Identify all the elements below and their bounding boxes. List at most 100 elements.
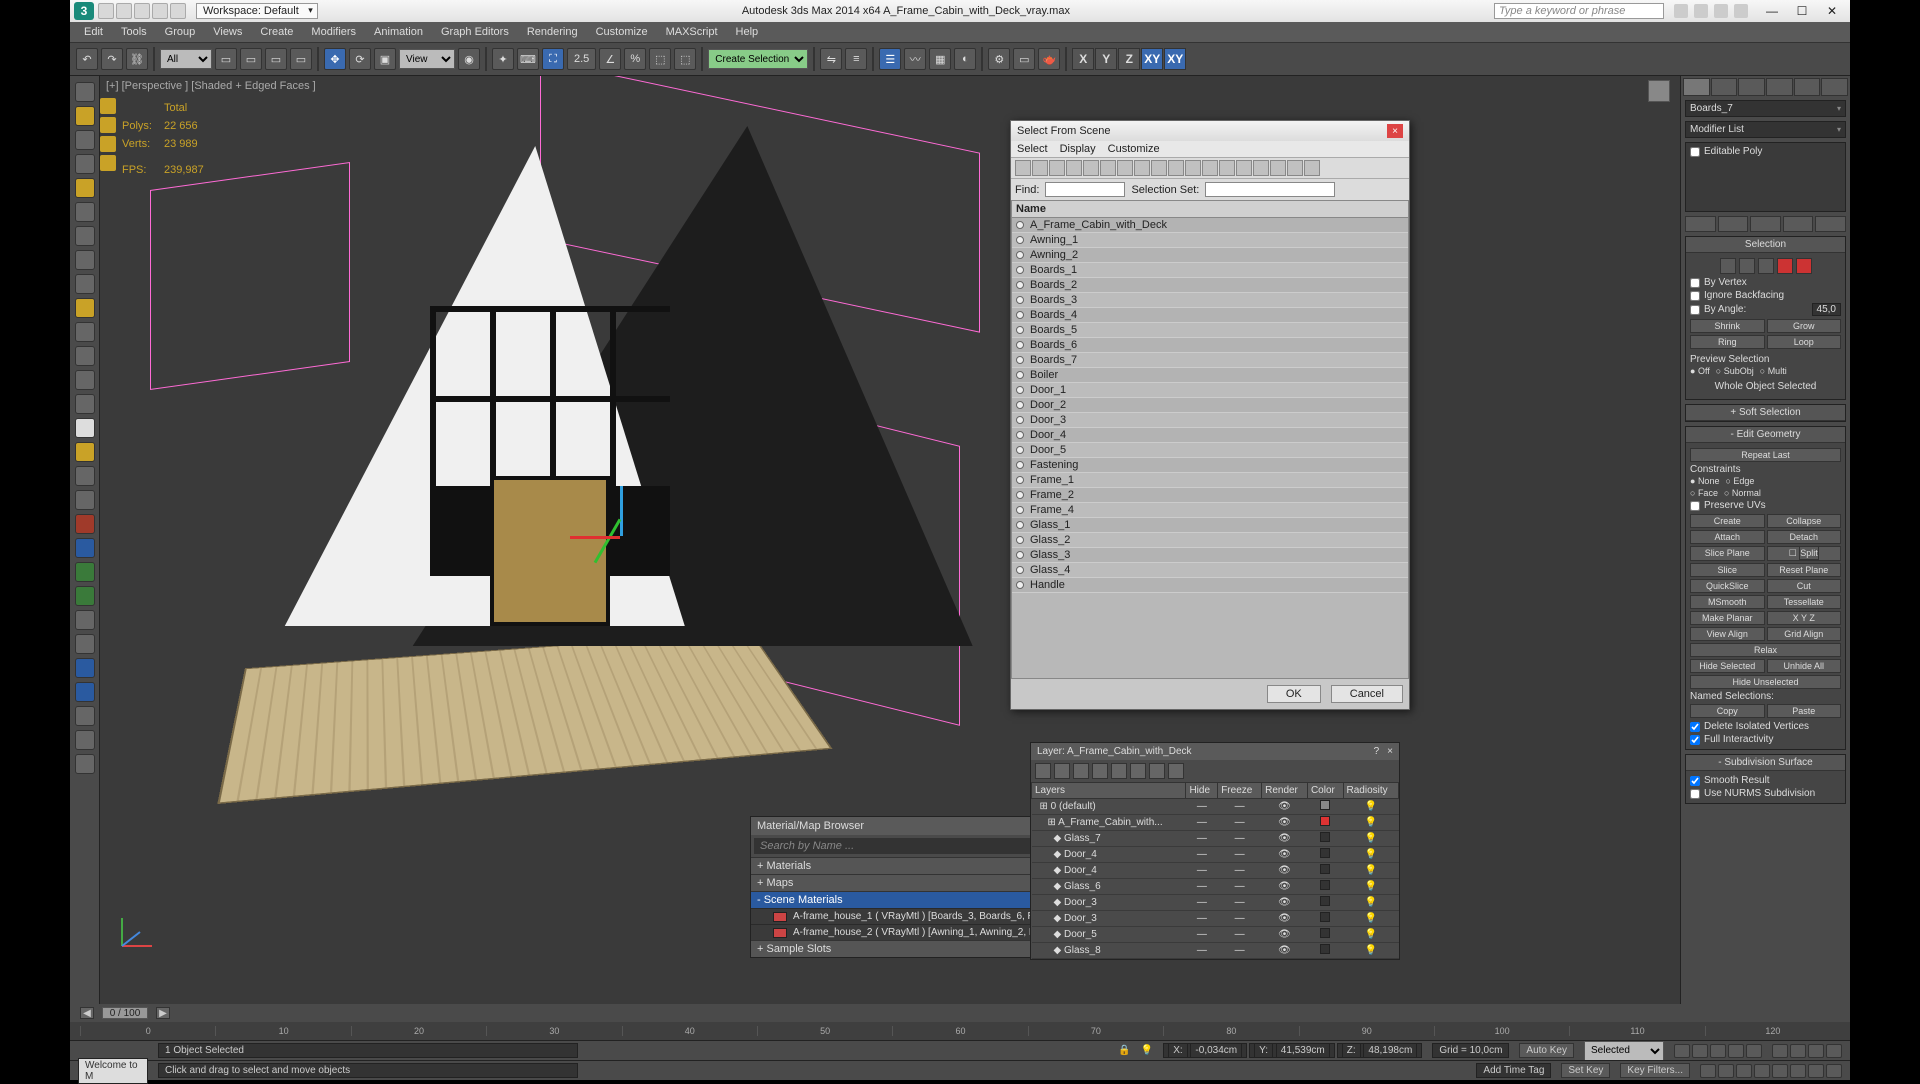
ls-icon[interactable] xyxy=(75,394,95,414)
keyfilters-button[interactable]: Key Filters... xyxy=(1620,1063,1690,1078)
ls-icon[interactable] xyxy=(75,634,95,654)
grow-button[interactable]: Grow xyxy=(1767,319,1842,333)
sfs-item[interactable]: A_Frame_Cabin_with_Deck xyxy=(1012,218,1408,233)
scale-tool-icon[interactable]: ▣ xyxy=(374,48,396,70)
key-mode-select[interactable]: Selected xyxy=(1584,1041,1664,1061)
sfs-tb-icon[interactable] xyxy=(1032,160,1048,176)
help-icon[interactable] xyxy=(1734,4,1748,18)
find-input[interactable] xyxy=(1045,182,1125,197)
link-icon[interactable]: ⛓ xyxy=(126,48,148,70)
favorites-icon[interactable] xyxy=(1714,4,1728,18)
nav2-icon[interactable] xyxy=(1790,1064,1806,1078)
sfs-object-list[interactable]: A_Frame_Cabin_with_DeckAwning_1Awning_2 B… xyxy=(1012,218,1408,678)
pivot-icon[interactable]: ◉ xyxy=(458,48,480,70)
sfs-tb-icon[interactable] xyxy=(1287,160,1303,176)
preview-off-radio[interactable]: ● Off xyxy=(1690,366,1710,376)
slice-button[interactable]: Slice xyxy=(1690,563,1765,577)
play-next-icon[interactable] xyxy=(1728,1044,1744,1058)
sfs-item[interactable]: Boards_5 xyxy=(1012,323,1408,338)
layer-help-icon[interactable]: ? xyxy=(1374,746,1380,757)
sun-icon[interactable] xyxy=(75,442,95,462)
panel-tab-utilities[interactable] xyxy=(1821,78,1848,96)
collapse-button[interactable]: Collapse xyxy=(1767,514,1842,528)
subobj-poly-icon[interactable] xyxy=(1777,258,1793,274)
menu-animation[interactable]: Animation xyxy=(366,24,431,40)
sfs-tb-icon[interactable] xyxy=(1168,160,1184,176)
sfs-ok-button[interactable]: OK xyxy=(1267,685,1321,703)
full-interactivity-check[interactable]: Full Interactivity xyxy=(1690,733,1841,746)
menu-modifiers[interactable]: Modifiers xyxy=(303,24,364,40)
viewcube-icon[interactable] xyxy=(1648,80,1670,102)
sfs-item[interactable]: Boards_2 xyxy=(1012,278,1408,293)
planar-xyz[interactable]: X Y Z xyxy=(1767,611,1842,625)
attach-button[interactable]: Attach xyxy=(1690,530,1765,544)
nav-orbit-icon[interactable] xyxy=(1826,1044,1842,1058)
sfs-item[interactable]: Boards_6 xyxy=(1012,338,1408,353)
stack-config-icon[interactable] xyxy=(1815,216,1846,232)
maximize-button[interactable]: ☐ xyxy=(1788,3,1816,19)
constraint-normal-radio[interactable]: ○ Normal xyxy=(1724,488,1761,498)
ls-icon[interactable] xyxy=(75,346,95,366)
sfs-tb-icon[interactable] xyxy=(1253,160,1269,176)
ls-icon[interactable] xyxy=(75,202,95,222)
rollout-softsel[interactable]: + Soft Selection xyxy=(1686,405,1845,421)
nav2-icon[interactable] xyxy=(1736,1064,1752,1078)
keymode-icon[interactable]: ⌨ xyxy=(517,48,539,70)
stack-show-icon[interactable] xyxy=(1718,216,1749,232)
axis-xy2-button[interactable]: XY xyxy=(1164,48,1186,70)
sfs-tb-icon[interactable] xyxy=(1270,160,1286,176)
curve-editor-icon[interactable]: 〰 xyxy=(904,48,926,70)
minimize-button[interactable]: — xyxy=(1758,3,1786,19)
menu-tools[interactable]: Tools xyxy=(113,24,155,40)
sfs-item[interactable]: Glass_4 xyxy=(1012,563,1408,578)
time-slider[interactable]: ◀ 0 / 100 ▶ xyxy=(70,1004,1850,1022)
layer-tool-icon[interactable] xyxy=(1035,763,1051,779)
sfs-tb-icon[interactable] xyxy=(1151,160,1167,176)
sfs-menu-customize[interactable]: Customize xyxy=(1108,143,1160,155)
setkey-button[interactable]: Set Key xyxy=(1561,1063,1610,1078)
layer-tool-icon[interactable] xyxy=(1073,763,1089,779)
nav-zoomall-icon[interactable] xyxy=(1790,1044,1806,1058)
stack-pin-icon[interactable] xyxy=(1685,216,1716,232)
delete-isolated-check[interactable]: Delete Isolated Vertices xyxy=(1690,720,1841,733)
transform-gizmo[interactable] xyxy=(570,486,650,566)
sfs-item[interactable]: Door_3 xyxy=(1012,413,1408,428)
app-logo[interactable]: 3 xyxy=(74,2,94,20)
spinner-snap-icon[interactable]: ⬚ xyxy=(649,48,671,70)
play-end-icon[interactable] xyxy=(1746,1044,1762,1058)
time-ruler[interactable]: 01020 304050 607080 90100110 120 xyxy=(70,1022,1850,1040)
nurms-check[interactable]: Use NURMS Subdivision xyxy=(1690,787,1841,800)
ls-icon[interactable] xyxy=(75,154,95,174)
ls-icon[interactable] xyxy=(75,466,95,486)
sfs-item[interactable]: Awning_1 xyxy=(1012,233,1408,248)
ls-icon[interactable] xyxy=(75,586,95,606)
slice-plane-button[interactable]: Slice Plane xyxy=(1690,546,1765,561)
layers-icon[interactable]: ☰ xyxy=(879,48,901,70)
ring-button[interactable]: Ring xyxy=(1690,335,1765,349)
layer-col-render[interactable]: Render xyxy=(1262,783,1308,799)
snaps-toggle-icon[interactable]: ⛶ xyxy=(542,48,564,70)
workspace-selector[interactable]: Workspace: Default xyxy=(196,3,318,19)
sfs-item[interactable]: Boards_4 xyxy=(1012,308,1408,323)
dialog-close-button[interactable]: × xyxy=(1387,124,1403,138)
axis-y-button[interactable]: Y xyxy=(1095,48,1117,70)
rollout-editgeo[interactable]: - Edit Geometry xyxy=(1686,427,1845,443)
ls-icon[interactable] xyxy=(75,490,95,510)
relax-button[interactable]: Relax xyxy=(1690,643,1841,657)
material-editor-icon[interactable]: ◐ xyxy=(954,48,976,70)
layer-tool-icon[interactable] xyxy=(1092,763,1108,779)
sfs-item[interactable]: Handle xyxy=(1012,578,1408,593)
ref-coord-select[interactable]: View xyxy=(399,49,455,69)
ls-icon[interactable] xyxy=(75,82,95,102)
sfs-tb-icon[interactable] xyxy=(1219,160,1235,176)
layer-col-freeze[interactable]: Freeze xyxy=(1218,783,1262,799)
rollout-subdiv[interactable]: - Subdivision Surface xyxy=(1686,755,1845,771)
constraint-none-radio[interactable]: ● None xyxy=(1690,476,1719,486)
menu-grapheditors[interactable]: Graph Editors xyxy=(433,24,517,40)
shrink-button[interactable]: Shrink xyxy=(1690,319,1765,333)
sfs-tb-icon[interactable] xyxy=(1304,160,1320,176)
nav2-icon[interactable] xyxy=(1700,1064,1716,1078)
ls-icon[interactable] xyxy=(75,130,95,150)
sfs-item[interactable]: Awning_2 xyxy=(1012,248,1408,263)
subobj-element-icon[interactable] xyxy=(1796,258,1812,274)
